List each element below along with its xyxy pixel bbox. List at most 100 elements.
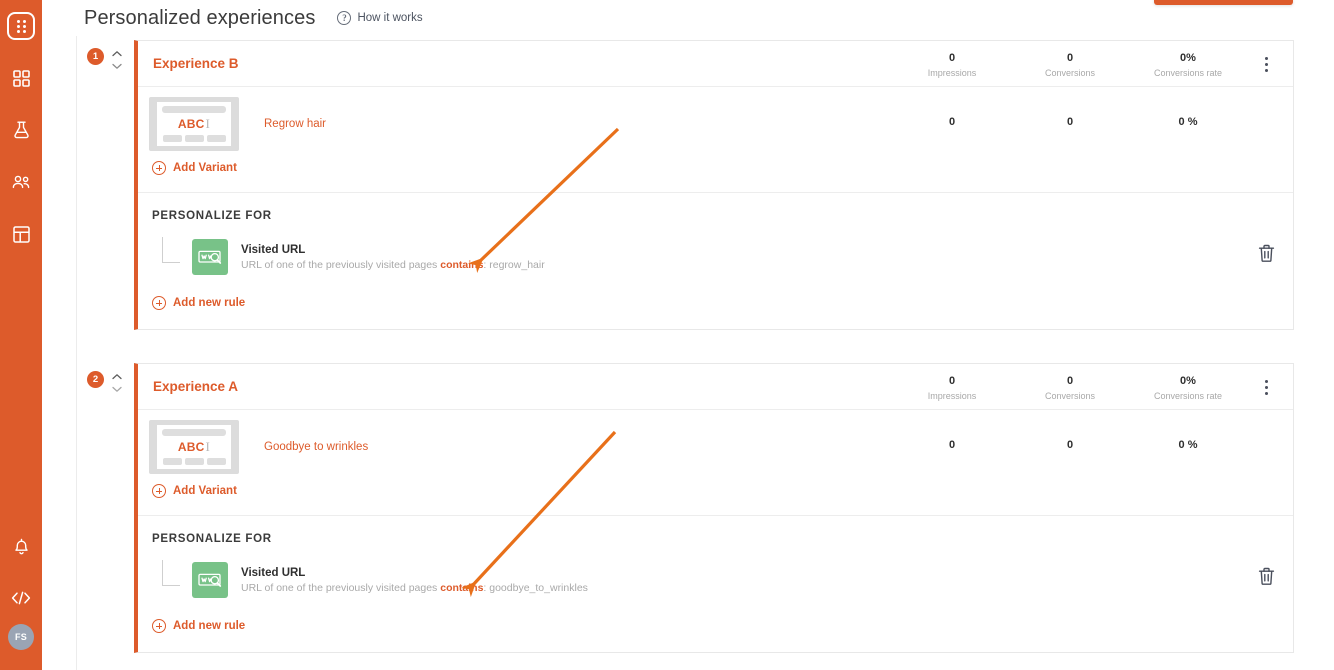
experience-card-header: Experience A 0 Impressions 0 Conversions… [138, 364, 1293, 410]
rule-row: Visited URL URL of one of the previously… [138, 549, 1293, 611]
rule-row: Visited URL URL of one of the previously… [138, 226, 1293, 288]
experience-metrics: 0 Impressions 0 Conversions 0% Conversio… [893, 374, 1247, 403]
content-left-divider [76, 0, 77, 670]
variant-metric-conversions-rate: 0 % [1129, 115, 1247, 130]
sidebar-item-audience[interactable] [0, 156, 42, 208]
variant-row: ABC I Regrow hair 0 0 0 % [138, 87, 1293, 161]
experience-card-header: Experience B 0 Impressions 0 Conversions… [138, 41, 1293, 87]
add-new-rule-button[interactable]: Add new rule [152, 619, 245, 633]
metric-value: 0 [1066, 439, 1074, 451]
sidebar-item-notifications[interactable] [0, 520, 42, 572]
tree-elbow-connector [162, 237, 180, 263]
variant-metrics: 0 0 0 % [893, 115, 1247, 130]
experience-card: Experience A 0 Impressions 0 Conversions… [134, 363, 1294, 653]
metric-conversions-rate: 0% Conversions rate [1129, 374, 1247, 403]
add-new-experience-button[interactable]: Add new experience [1153, 0, 1293, 5]
move-up-icon[interactable] [111, 369, 123, 380]
add-variant-button[interactable]: Add Variant [152, 484, 237, 498]
variants-section: ABC I Goodbye to wrinkles 0 0 0 % Add Va… [138, 410, 1293, 516]
experiments-flask-icon [13, 121, 30, 139]
how-it-works-link[interactable]: ? How it works [337, 11, 423, 25]
main-sidebar: FS [0, 0, 42, 670]
experience-name[interactable]: Experience B [153, 56, 239, 71]
rule-text: Visited URL URL of one of the previously… [241, 565, 588, 596]
add-variant-button[interactable]: Add Variant [152, 161, 237, 175]
metric-value: 0 [1066, 52, 1074, 64]
thumbnail-text: ABC [177, 117, 205, 131]
avatar[interactable]: FS [8, 624, 34, 650]
variants-section: ABC I Regrow hair 0 0 0 % Add Variant [138, 87, 1293, 193]
variant-metric-conversions-rate: 0 % [1129, 438, 1247, 453]
metric-value: 0 [1066, 375, 1074, 387]
sidebar-item-apps[interactable] [0, 0, 42, 52]
experience-menu-icon[interactable] [1257, 377, 1275, 397]
metric-conversions: 0 Conversions [1011, 51, 1129, 80]
sidebar-item-experiments[interactable] [0, 104, 42, 156]
metric-value: 0 [948, 439, 956, 451]
move-down-icon[interactable] [111, 381, 123, 392]
personalize-section: PERSONALIZE FOR Visited URL URL of one o… [138, 193, 1293, 329]
code-icon [11, 591, 31, 605]
variant-row: ABC I Goodbye to wrinkles 0 0 0 % [138, 410, 1293, 484]
plus-circle-icon [152, 161, 166, 175]
main-content: Personalized experiences ? How it works … [42, 0, 1334, 670]
personalize-for-title: PERSONALIZE FOR [152, 210, 272, 222]
metric-label: Conversions rate [1153, 391, 1223, 401]
variant-thumbnail[interactable]: ABC I [149, 420, 239, 474]
rule-text: Visited URL URL of one of the previously… [241, 242, 545, 273]
sidebar-item-layout[interactable] [0, 208, 42, 260]
sidebar-item-code[interactable] [0, 572, 42, 624]
variant-name[interactable]: Goodbye to wrinkles [264, 441, 368, 453]
move-up-icon[interactable] [111, 46, 123, 57]
metric-value: 0 % [1178, 116, 1198, 128]
plus-circle-icon [152, 484, 166, 498]
add-new-rule-button[interactable]: Add new rule [152, 296, 245, 310]
experience-card: Experience B 0 Impressions 0 Conversions… [134, 40, 1294, 330]
variant-metrics: 0 0 0 % [893, 438, 1247, 453]
rule-desc-suffix: : regrow_hair [483, 258, 545, 271]
rule-title: Visited URL [241, 243, 306, 256]
sidebar-item-dashboard[interactable] [0, 52, 42, 104]
rule-operator: contains [440, 581, 484, 594]
variant-metric-conversions: 0 [1011, 115, 1129, 130]
how-it-works-label: How it works [357, 12, 423, 24]
experience-menu-icon[interactable] [1257, 54, 1275, 74]
experience-rank-controls: 2 [87, 369, 123, 392]
rule-operator: contains [440, 258, 484, 271]
metric-impressions: 0 Impressions [893, 374, 1011, 403]
audience-people-icon [12, 175, 31, 189]
dashboard-icon [12, 69, 30, 87]
page-title: Personalized experiences [84, 6, 316, 29]
delete-rule-button[interactable] [1258, 244, 1275, 268]
notifications-bell-icon [14, 538, 29, 555]
plus-circle-icon [152, 296, 166, 310]
metric-conversions: 0 Conversions [1011, 374, 1129, 403]
rule-desc-suffix: : goodbye_to_wrinkles [483, 581, 588, 594]
tree-elbow-connector [162, 560, 180, 586]
move-down-icon[interactable] [111, 58, 123, 69]
metric-label: Conversions [1044, 391, 1096, 401]
metric-value: 0 [1066, 116, 1074, 128]
delete-rule-button[interactable] [1258, 567, 1275, 591]
text-cursor-icon: I [205, 116, 211, 131]
layout-icon [12, 225, 30, 243]
variant-metric-conversions: 0 [1011, 438, 1129, 453]
add-variant-label: Add Variant [173, 162, 237, 174]
rule-description: URL of one of the previously visited pag… [241, 581, 588, 596]
add-variant-label: Add Variant [173, 485, 237, 497]
experience-rank-controls: 1 [87, 46, 123, 69]
rank-badge: 2 [87, 371, 104, 388]
app-root: FS Personalized experiences ? How it wor… [0, 0, 1334, 670]
rule-description: URL of one of the previously visited pag… [241, 258, 545, 273]
metric-conversions-rate: 0% Conversions rate [1129, 51, 1247, 80]
metric-impressions: 0 Impressions [893, 51, 1011, 80]
experience-name[interactable]: Experience A [153, 379, 238, 394]
experience-metrics: 0 Impressions 0 Conversions 0% Conversio… [893, 51, 1247, 80]
metric-value: 0 % [1178, 439, 1198, 451]
question-mark-icon: ? [337, 11, 352, 25]
metric-label: Impressions [927, 68, 977, 78]
text-cursor-icon: I [205, 439, 211, 454]
variant-thumbnail[interactable]: ABC I [149, 97, 239, 151]
rule-desc-prefix: URL of one of the previously visited pag… [241, 258, 441, 271]
variant-name[interactable]: Regrow hair [264, 118, 326, 130]
